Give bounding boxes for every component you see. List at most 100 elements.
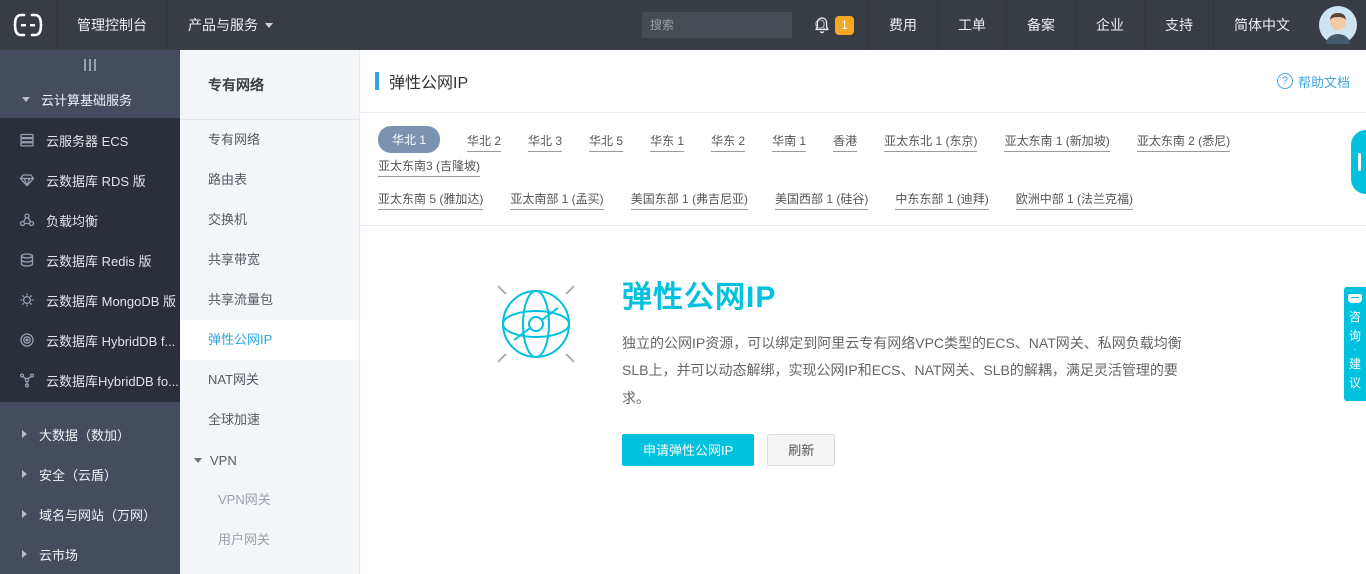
region-tab-huabei1-selected[interactable]: 华北 1 — [378, 126, 440, 153]
nav-link-language[interactable]: 简体中文 — [1213, 0, 1310, 50]
submenu-item-vpn-gateway[interactable]: VPN网关 — [180, 480, 359, 520]
vpc-submenu: 专有网络 专有网络 路由表 交换机 共享带宽 共享流量包 弹性公网IP NAT网… — [180, 50, 360, 574]
sidebar-item-mongodb[interactable]: 云数据库 MongoDB 版 — [0, 280, 180, 320]
sidebar-item-label: 负载均衡 — [46, 211, 98, 230]
chevron-right-icon — [22, 550, 27, 558]
sidebar-collapse-icon[interactable] — [0, 50, 180, 80]
feedback-tab[interactable]: 咨 询 · 建 议 — [1344, 287, 1366, 401]
notification-count-badge[interactable]: 1 — [835, 16, 854, 35]
eip-actions: 申请弹性公网IP 刷新 — [622, 434, 1187, 466]
globe-icon — [490, 278, 582, 370]
region-tab-huadong1[interactable]: 华东 1 — [650, 132, 684, 152]
gear-icon — [18, 292, 35, 309]
region-tab-mumbai[interactable]: 亚太南部 1 (孟买) — [510, 190, 603, 210]
bell-icon — [814, 16, 830, 34]
products-services-menu[interactable]: 产品与服务 — [167, 0, 293, 50]
sidebar-group-bigdata[interactable]: 大数据（数加） — [0, 414, 180, 454]
alibaba-cloud-logo-icon[interactable] — [0, 0, 56, 50]
chevron-down-icon — [265, 23, 273, 28]
sidebar-item-redis[interactable]: 云数据库 Redis 版 — [0, 240, 180, 280]
chevron-right-icon — [22, 510, 27, 518]
database-gem-icon — [18, 172, 35, 189]
sidebar-item-label: 云数据库 Redis 版 — [46, 251, 151, 270]
submenu-item-route-table[interactable]: 路由表 — [180, 160, 359, 200]
chevron-down-icon — [22, 97, 30, 102]
submenu-title: 专有网络 — [180, 50, 359, 120]
region-tab-huanan1[interactable]: 华南 1 — [772, 132, 806, 152]
region-tab-dubai[interactable]: 中东东部 1 (迪拜) — [895, 190, 988, 210]
help-doc-link[interactable]: ? 帮助文档 — [1277, 72, 1350, 91]
edge-panel-toggle[interactable] — [1351, 130, 1366, 194]
eip-description: 独立的公网IP资源，可以绑定到阿里云专有网络VPC类型的ECS、NAT网关、私网… — [622, 330, 1187, 412]
submenu-item-eip-selected[interactable]: 弹性公网IP — [180, 320, 359, 360]
region-tabs: 华北 1 华北 2 华北 3 华北 5 华东 1 华东 2 华南 1 香港 亚太… — [360, 113, 1366, 226]
notifications-button[interactable]: 1 — [810, 16, 868, 35]
products-services-label: 产品与服务 — [188, 15, 258, 35]
region-tab-virginia[interactable]: 美国东部 1 (弗吉尼亚) — [631, 190, 748, 210]
sidebar-group-domains[interactable]: 域名与网站（万网） — [0, 494, 180, 534]
submenu-item-shared-bandwidth[interactable]: 共享带宽 — [180, 240, 359, 280]
region-tab-huabei2[interactable]: 华北 2 — [467, 132, 501, 152]
sidebar-group-label: 云市场 — [39, 545, 78, 564]
submenu-group-vpn[interactable]: VPN — [180, 440, 359, 480]
submenu-item-global-acceleration[interactable]: 全球加速 — [180, 400, 359, 440]
sidebar-item-hybriddb-f[interactable]: 云数据库 HybridDB f... — [0, 320, 180, 360]
help-doc-label: 帮助文档 — [1298, 72, 1350, 91]
nav-link-label: 企业 — [1096, 15, 1124, 35]
console-home-link[interactable]: 管理控制台 — [56, 0, 167, 50]
sidebar-group-label: 云计算基础服务 — [41, 90, 132, 109]
sidebar-item-rds[interactable]: 云数据库 RDS 版 — [0, 160, 180, 200]
sidebar-item-label: 云服务器 ECS — [46, 131, 128, 150]
region-tab-sydney[interactable]: 亚太东南 2 (悉尼) — [1137, 132, 1230, 152]
user-avatar[interactable] — [1310, 6, 1366, 44]
nav-link-tickets[interactable]: 工单 — [937, 0, 1006, 50]
search-input[interactable] — [642, 13, 813, 37]
nav-link-label: 费用 — [889, 15, 917, 35]
sidebar-collapsed-groups: 大数据（数加） 安全（云盾） 域名与网站（万网） 云市场 — [0, 414, 180, 574]
submenu-item-vswitch[interactable]: 交换机 — [180, 200, 359, 240]
apply-eip-button[interactable]: 申请弹性公网IP — [622, 434, 754, 466]
sidebar-group-marketplace[interactable]: 云市场 — [0, 534, 180, 574]
top-navbar: 管理控制台 产品与服务 1 费用 工单 备案 企业 支持 简体中 — [0, 0, 1366, 50]
nav-link-billing[interactable]: 费用 — [868, 0, 937, 50]
region-tab-tokyo[interactable]: 亚太东北 1 (东京) — [884, 132, 977, 152]
page-header: 弹性公网IP ? 帮助文档 — [360, 50, 1366, 113]
sidebar-group-security[interactable]: 安全（云盾） — [0, 454, 180, 494]
main-content: 弹性公网IP ? 帮助文档 华北 1 华北 2 华北 3 华北 5 华东 1 华… — [360, 50, 1366, 574]
sidebar-group-cloud-computing[interactable]: 云计算基础服务 — [0, 80, 180, 118]
sidebar-item-ecs[interactable]: 云服务器 ECS — [0, 120, 180, 160]
primary-sidebar: 云计算基础服务 云服务器 ECS 云数据库 RDS 版 — [0, 50, 180, 574]
eip-intro-text: 弹性公网IP 独立的公网IP资源，可以绑定到阿里云专有网络VPC类型的ECS、N… — [622, 272, 1187, 466]
search-box — [642, 12, 792, 38]
feedback-label-char: 议 — [1349, 374, 1361, 393]
region-tab-kualalumpur[interactable]: 亚太东南3 (吉隆坡) — [378, 157, 480, 177]
region-tab-jakarta[interactable]: 亚太东南 5 (雅加达) — [378, 190, 483, 210]
eip-heading: 弹性公网IP — [622, 272, 1187, 316]
submenu-item-customer-gateway[interactable]: 用户网关 — [180, 520, 359, 560]
submenu-item-nat-gateway[interactable]: NAT网关 — [180, 360, 359, 400]
submenu-item-data-transfer-plan[interactable]: 共享流量包 — [180, 280, 359, 320]
region-tab-singapore[interactable]: 亚太东南 1 (新加坡) — [1004, 132, 1109, 152]
region-tab-huadong2[interactable]: 华东 2 — [711, 132, 745, 152]
sidebar-item-hybriddb-fo[interactable]: 云数据库HybridDB fo... — [0, 360, 180, 400]
refresh-button[interactable]: 刷新 — [767, 434, 835, 466]
database-stack-icon — [18, 252, 35, 269]
sidebar-item-label: 云数据库 HybridDB f... — [46, 331, 175, 350]
nav-link-icp[interactable]: 备案 — [1006, 0, 1075, 50]
server-icon — [18, 132, 35, 149]
region-tab-huabei3[interactable]: 华北 3 — [528, 132, 562, 152]
region-tab-huabei5[interactable]: 华北 5 — [589, 132, 623, 152]
sidebar-group-label: 域名与网站（万网） — [39, 505, 156, 524]
chevron-down-icon — [194, 458, 202, 463]
submenu-item-vpc[interactable]: 专有网络 — [180, 120, 359, 160]
nav-link-support[interactable]: 支持 — [1144, 0, 1213, 50]
region-tab-hongkong[interactable]: 香港 — [833, 132, 857, 152]
feedback-label-char: 咨 — [1349, 308, 1361, 327]
region-tab-frankfurt[interactable]: 欧洲中部 1 (法兰克福) — [1016, 190, 1133, 210]
sidebar-item-slb[interactable]: 负载均衡 — [0, 200, 180, 240]
submenu-group-label: VPN — [210, 453, 237, 468]
region-tab-siliconvalley[interactable]: 美国西部 1 (硅谷) — [775, 190, 868, 210]
nav-link-label: 简体中文 — [1234, 15, 1290, 35]
feedback-label-char: 建 — [1349, 355, 1361, 374]
nav-link-enterprise[interactable]: 企业 — [1075, 0, 1144, 50]
